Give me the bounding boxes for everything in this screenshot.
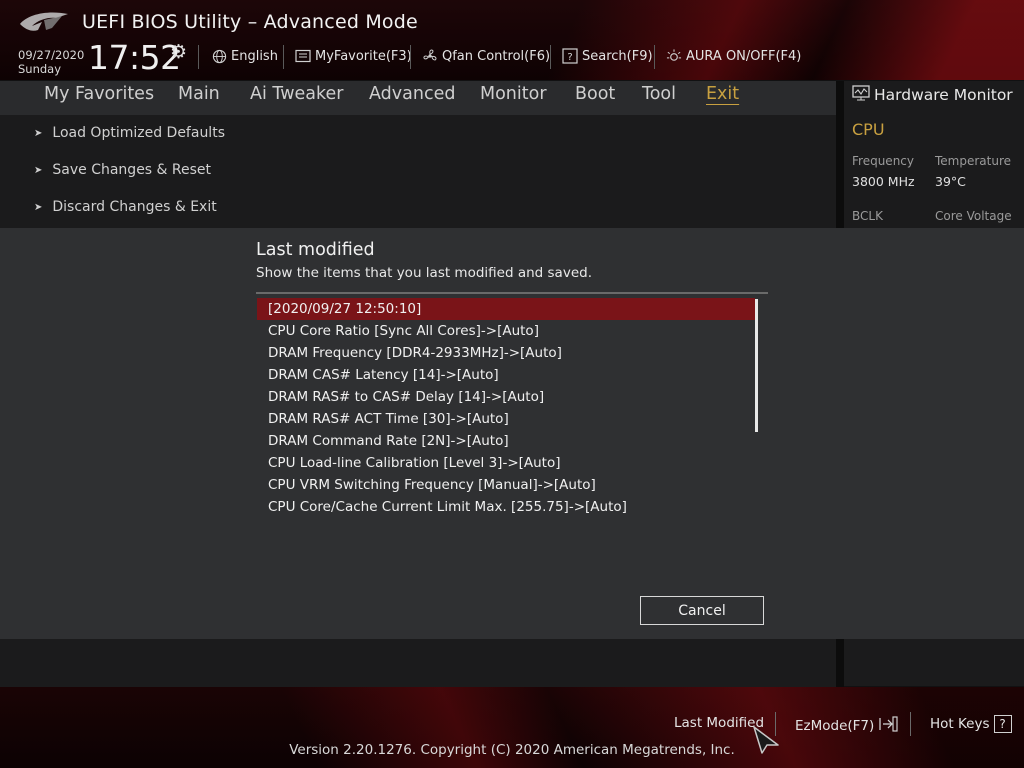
favorite-icon: [295, 48, 311, 64]
list-item[interactable]: DRAM CAS# Latency [14]->[Auto]: [257, 364, 755, 386]
header-divider: [654, 45, 655, 69]
aura-toggle-button[interactable]: AURA ON/OFF(F4): [666, 48, 801, 64]
dialog-subtitle: Show the items that you last modified an…: [256, 265, 592, 281]
last-modified-list[interactable]: [2020/09/27 12:50:10] CPU Core Ratio [Sy…: [257, 298, 765, 528]
dialog-divider: [256, 292, 768, 294]
chevron-right-icon: ➤: [34, 164, 43, 176]
last-modified-button[interactable]: Last Modified: [674, 715, 764, 731]
load-optimized-defaults-item[interactable]: ➤ Load Optimized Defaults: [34, 125, 225, 141]
clock[interactable]: 17:52: [88, 38, 181, 77]
footer-divider: [910, 712, 911, 736]
chevron-right-icon: ➤: [34, 201, 43, 213]
tab-advanced[interactable]: Advanced: [369, 84, 455, 104]
fan-icon: [422, 48, 438, 64]
date-text: 09/27/2020: [18, 48, 85, 62]
tab-boot[interactable]: Boot: [575, 84, 615, 104]
core-voltage-label: Core Voltage: [935, 209, 1012, 223]
cancel-button[interactable]: Cancel: [640, 596, 764, 625]
discard-changes-exit-item[interactable]: ➤ Discard Changes & Exit: [34, 199, 217, 215]
list-item[interactable]: CPU Core Ratio [Sync All Cores]->[Auto]: [257, 320, 755, 342]
last-modified-label: Last Modified: [674, 715, 765, 731]
rog-logo-icon: [20, 12, 68, 31]
save-changes-reset-item[interactable]: ➤ Save Changes & Reset: [34, 162, 211, 178]
search-label: Search(F9): [582, 48, 653, 64]
language-button[interactable]: English: [211, 48, 278, 64]
qfan-control-button[interactable]: Qfan Control(F6): [422, 48, 550, 64]
frequency-value: 3800 MHz: [852, 174, 915, 189]
header-divider: [410, 45, 411, 69]
list-item[interactable]: [2020/09/27 12:50:10]: [257, 298, 755, 320]
list-scrollbar[interactable]: [755, 299, 758, 432]
menu-item-label: Save Changes & Reset: [52, 162, 212, 178]
frequency-label: Frequency: [852, 154, 914, 168]
tab-monitor[interactable]: Monitor: [480, 84, 547, 104]
list-item[interactable]: CPU Core/Cache Current Limit Max. [255.7…: [257, 496, 755, 518]
day-text: Sunday: [18, 62, 62, 76]
list-item[interactable]: CPU VRM Switching Frequency [Manual]->[A…: [257, 474, 755, 496]
list-item[interactable]: DRAM Command Rate [2N]->[Auto]: [257, 430, 755, 452]
search-button[interactable]: ? Search(F9): [562, 48, 653, 64]
hot-keys-button[interactable]: Hot Keys ?: [930, 715, 1012, 733]
tab-tool[interactable]: Tool: [642, 84, 676, 104]
temperature-label: Temperature: [935, 154, 1012, 168]
main-panel-lower: [0, 639, 836, 687]
language-label: English: [231, 48, 278, 64]
tab-exit[interactable]: Exit: [706, 84, 739, 104]
monitor-icon: [852, 85, 870, 105]
menu-item-label: Load Optimized Defaults: [52, 125, 225, 141]
app-title: UEFI BIOS Utility – Advanced Mode: [82, 11, 418, 33]
dialog-title: Last modified: [256, 240, 375, 260]
list-item[interactable]: DRAM RAS# ACT Time [30]->[Auto]: [257, 408, 755, 430]
mouse-cursor-icon: [753, 726, 779, 754]
search-help-icon: ?: [562, 48, 578, 64]
myfavorite-button[interactable]: MyFavorite(F3): [295, 48, 412, 64]
list-item[interactable]: CPU Load-line Calibration [Level 3]->[Au…: [257, 452, 755, 474]
qfan-control-label: Qfan Control(F6): [442, 48, 551, 64]
svg-text:?: ?: [567, 52, 572, 63]
myfavorite-label: MyFavorite(F3): [315, 48, 412, 64]
exit-arrow-icon: [878, 715, 898, 737]
version-text: Version 2.20.1276. Copyright (C) 2020 Am…: [289, 742, 735, 758]
chevron-right-icon: ➤: [34, 127, 43, 139]
hot-keys-label: Hot Keys: [930, 716, 990, 732]
hardware-monitor-title: Hardware Monitor: [852, 85, 1013, 105]
list-item[interactable]: DRAM Frequency [DDR4-2933MHz]->[Auto]: [257, 342, 755, 364]
help-icon: ?: [993, 715, 1012, 733]
ezmode-button[interactable]: EzMode(F7): [795, 715, 898, 737]
hardware-monitor-label: Hardware Monitor: [874, 86, 1013, 104]
tab-my-favorites[interactable]: My Favorites: [44, 84, 154, 104]
tab-main[interactable]: Main: [178, 84, 220, 104]
bclk-label: BCLK: [852, 209, 883, 223]
globe-icon: [211, 48, 227, 64]
list-item[interactable]: DRAM RAS# to CAS# Delay [14]->[Auto]: [257, 386, 755, 408]
gear-icon[interactable]: ⚙: [170, 41, 187, 63]
ezmode-label: EzMode(F7): [795, 718, 875, 734]
temperature-value: 39°C: [935, 174, 966, 189]
aura-label: AURA ON/OFF(F4): [686, 48, 802, 64]
header-divider: [550, 45, 551, 69]
header-divider: [198, 45, 199, 69]
menu-item-label: Discard Changes & Exit: [52, 199, 217, 215]
header-divider: [283, 45, 284, 69]
cpu-section-title: CPU: [852, 120, 885, 139]
aura-icon: [666, 48, 682, 64]
tab-ai-tweaker[interactable]: Ai Tweaker: [250, 84, 343, 104]
